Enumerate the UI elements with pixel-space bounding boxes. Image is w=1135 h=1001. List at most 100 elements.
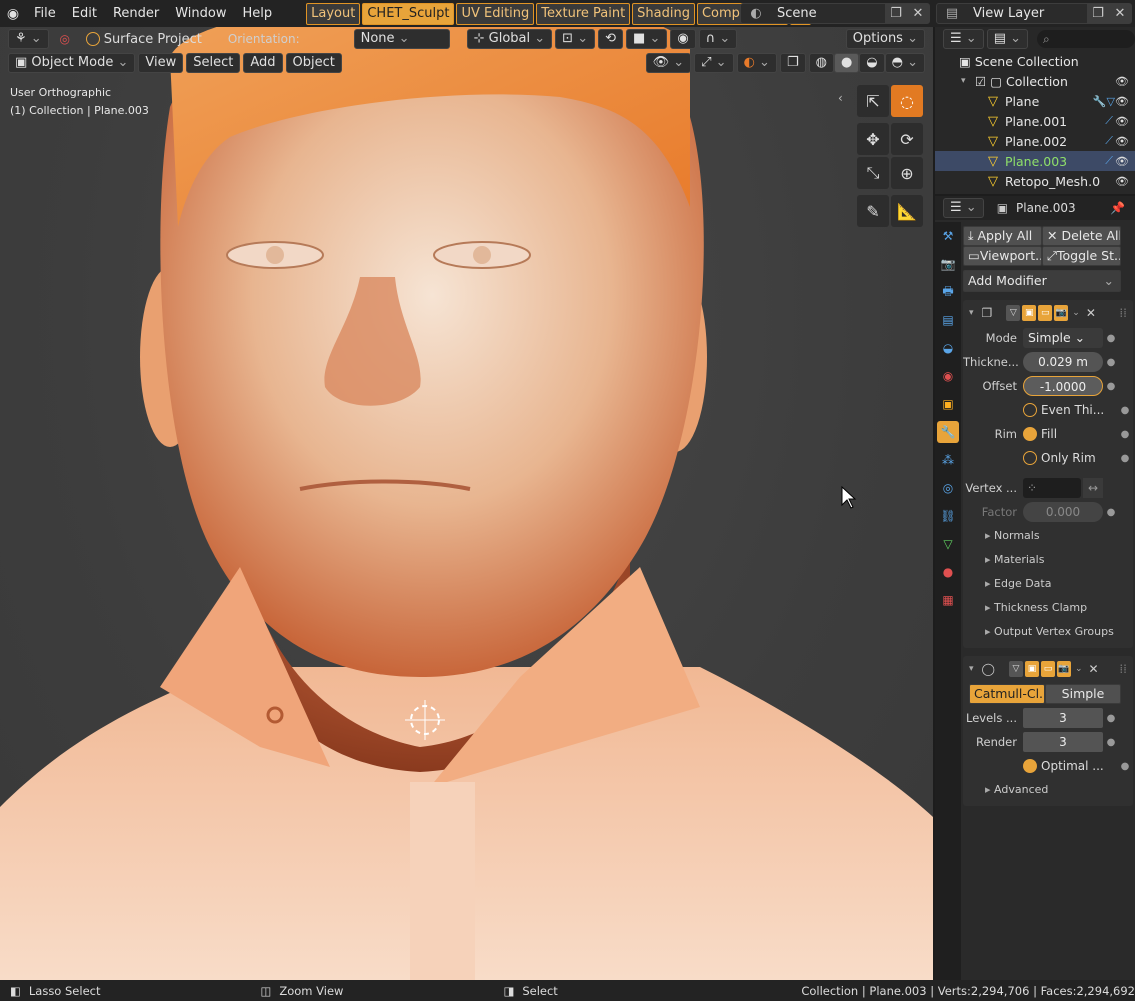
animate-dot-icon[interactable]: ●	[1103, 381, 1119, 392]
menu-edit[interactable]: Edit	[64, 0, 105, 27]
animate-dot-icon[interactable]: ●	[1103, 357, 1119, 368]
falloff-icon[interactable]: ∩	[698, 29, 738, 49]
tool-settings-icon[interactable]: ⚘	[8, 29, 49, 49]
tool-tab-icon[interactable]: ⚒	[937, 225, 959, 247]
outliner-item-plane[interactable]: ▽ Plane 🔧▽ 👁	[935, 91, 1135, 111]
scene-selector[interactable]: ◐ Scene ❐ ✕	[740, 3, 930, 24]
scale-tool-icon[interactable]: ⤡	[857, 157, 889, 189]
collection-checkbox[interactable]: ☑	[975, 74, 986, 89]
shading-wireframe-icon[interactable]: ◍	[808, 53, 834, 73]
visibility-icon[interactable]: 👁	[645, 53, 692, 73]
visibility-icon[interactable]: 👁	[1115, 155, 1129, 168]
toggle-stack-button[interactable]: ⤢Toggle St...	[1042, 246, 1121, 266]
menu-add[interactable]: Add	[243, 53, 283, 73]
pin-icon[interactable]: 📌	[1110, 201, 1125, 215]
collection-expand-icon[interactable]: ▾	[961, 76, 975, 86]
outliner-item-plane-002[interactable]: ▽ Plane.002 ⟋ 👁	[935, 131, 1135, 151]
object-tab-icon[interactable]: ▣	[937, 393, 959, 415]
tab-shading[interactable]: Shading	[632, 2, 695, 25]
cage-toggle-icon[interactable]: ▣	[1024, 661, 1039, 677]
animate-dot-icon[interactable]: ●	[1117, 761, 1133, 772]
animate-dot-icon[interactable]: ●	[1103, 507, 1119, 518]
modifier-menu-icon[interactable]: ⌄	[1075, 664, 1083, 674]
animate-dot-icon[interactable]: ●	[1117, 405, 1133, 416]
outliner-item-retopo-mesh[interactable]: ▽ Retopo_Mesh.0 👁	[935, 171, 1135, 191]
factor-field[interactable]: 0.000	[1023, 502, 1103, 522]
advanced-subpanel[interactable]: Advanced	[963, 778, 1133, 802]
annotate-tool-icon[interactable]: ✎	[857, 195, 889, 227]
sidebar-toggle-icon[interactable]: ‹	[838, 91, 843, 105]
mode-dropdown[interactable]: Simple ⌄	[1023, 328, 1103, 348]
snap-target-icon[interactable]: ■	[626, 29, 668, 49]
visibility-icon[interactable]: 👁	[1115, 115, 1129, 128]
3d-viewport[interactable]: ⚘ ◎ Surface Project Orientation: None ⊹ …	[0, 27, 933, 980]
drag-handle-icon[interactable]: ⁞⁞	[1119, 662, 1127, 676]
render-levels-field[interactable]: 3	[1023, 732, 1103, 752]
menu-render[interactable]: Render	[105, 0, 167, 27]
thickness-field[interactable]: 0.029 m	[1023, 352, 1103, 372]
scene-close-icon[interactable]: ✕	[907, 4, 929, 23]
optimal-display-checkbox[interactable]	[1023, 759, 1037, 773]
orientation-dropdown[interactable]: None	[353, 29, 450, 49]
outliner-editor-type-icon[interactable]: ☰	[943, 29, 984, 49]
only-rim-row[interactable]: Only Rim ●	[963, 446, 1133, 470]
options-dropdown[interactable]: Options	[845, 29, 925, 49]
visibility-icon[interactable]: 👁	[1115, 95, 1129, 108]
render-toggle-icon[interactable]: 📷	[1054, 305, 1069, 321]
offset-field[interactable]: -1.0000	[1023, 376, 1103, 396]
menu-object[interactable]: Object	[285, 53, 342, 73]
view-layer-copy-icon[interactable]: ❐	[1087, 4, 1109, 23]
xray-icon[interactable]: ❐	[779, 53, 806, 73]
even-thickness-row[interactable]: Even Thi... ●	[963, 398, 1133, 422]
blender-logo-icon[interactable]: ◉	[0, 0, 26, 27]
levels-field[interactable]: 3	[1023, 708, 1103, 728]
even-thickness-checkbox[interactable]	[1023, 403, 1037, 417]
outliner-scene-collection[interactable]: ▣ Scene Collection	[935, 51, 1135, 71]
optimal-display-row[interactable]: Optimal ... ●	[963, 754, 1133, 778]
remove-modifier-icon[interactable]: ✕	[1086, 306, 1096, 320]
surface-project-checkbox[interactable]	[85, 32, 100, 46]
outliner-item-plane-001[interactable]: ▽ Plane.001 ⟋ 👁	[935, 111, 1135, 131]
animate-dot-icon[interactable]: ●	[1117, 429, 1133, 440]
pivot-point-icon[interactable]: ⊡	[555, 29, 596, 49]
scene-copy-icon[interactable]: ❐	[885, 4, 907, 23]
apply-all-button[interactable]: ⤓ Apply All	[963, 226, 1042, 246]
catmull-clark-button[interactable]: Catmull-Cl...	[969, 684, 1045, 704]
tab-uv-editing[interactable]: UV Editing	[456, 2, 535, 25]
collapse-icon[interactable]: ▾	[969, 664, 974, 674]
drag-handle-icon[interactable]: ⁞⁞	[1119, 306, 1127, 320]
shading-solid-icon[interactable]: ●	[833, 53, 860, 73]
menu-view[interactable]: View	[138, 53, 184, 73]
fill-rim-checkbox[interactable]	[1023, 427, 1037, 441]
view-layer-close-icon[interactable]: ✕	[1109, 4, 1131, 23]
normals-subpanel[interactable]: Normals	[963, 524, 1133, 548]
only-rim-checkbox[interactable]	[1023, 451, 1037, 465]
outliner-display-mode-icon[interactable]: ▤	[986, 29, 1029, 49]
viewport-toggle-icon[interactable]: ▭	[1038, 305, 1053, 321]
proportional-edit-icon[interactable]: ◉	[670, 29, 696, 49]
menu-help[interactable]: Help	[235, 0, 281, 27]
cage-toggle-icon[interactable]: ▣	[1022, 305, 1037, 321]
data-tab-icon[interactable]: ▽	[937, 533, 959, 555]
visibility-icon[interactable]: 👁	[1115, 135, 1129, 148]
mode-dropdown[interactable]: ▣ Object Mode	[8, 53, 136, 73]
select-circle-tool-icon[interactable]: ◌	[891, 85, 923, 117]
edit-mode-toggle-icon[interactable]: ▽	[1008, 661, 1023, 677]
animate-dot-icon[interactable]: ●	[1103, 333, 1119, 344]
view-layer-selector[interactable]: ▤ View Layer ❐ ✕	[936, 3, 1132, 24]
transform-tool-icon[interactable]: ⊕	[891, 157, 923, 189]
constraints-tab-icon[interactable]: ⛓	[937, 505, 959, 527]
animate-dot-icon[interactable]: ●	[1117, 453, 1133, 464]
snap-surface-project[interactable]: Surface Project	[85, 32, 202, 47]
remove-modifier-icon[interactable]: ✕	[1089, 662, 1099, 676]
viewport-toggle-icon[interactable]: ▭	[1040, 661, 1055, 677]
output-tab-icon[interactable]: 🖶	[937, 281, 959, 303]
particles-tab-icon[interactable]: ⁂	[937, 449, 959, 471]
outliner-search-icon[interactable]: ⌕	[1037, 30, 1135, 48]
shading-material-icon[interactable]: ◒	[859, 53, 885, 73]
physics-tab-icon[interactable]: ◎	[937, 477, 959, 499]
collapse-icon[interactable]: ▾	[969, 308, 974, 318]
delete-all-button[interactable]: ✕ Delete All	[1042, 226, 1121, 246]
tab-texture-paint[interactable]: Texture Paint	[536, 2, 631, 25]
move-tool-icon[interactable]: ✥	[857, 123, 889, 155]
